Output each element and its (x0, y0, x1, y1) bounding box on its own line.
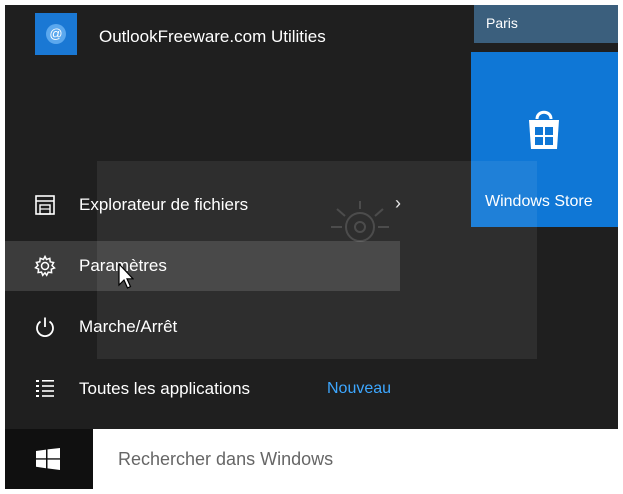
weather-tile[interactable]: Paris (474, 5, 618, 43)
at-sign-icon: @ (46, 24, 66, 44)
mouse-cursor-icon (118, 263, 134, 289)
app-tile: @ (35, 13, 77, 55)
menu-item-label: Marche/Arrêt (79, 317, 178, 336)
search-box[interactable] (93, 429, 618, 489)
recent-app-item[interactable]: @ OutlookFreeware.com Utilities (5, 5, 465, 67)
chevron-right-icon[interactable]: › (395, 193, 401, 214)
search-input[interactable] (93, 429, 618, 489)
menu-item-all-apps[interactable]: Toutes les applications Nouveau (5, 364, 465, 414)
weather-city-label: Paris (486, 15, 518, 31)
gear-icon (34, 254, 56, 277)
menu-item-label: Toutes les applications (79, 379, 251, 398)
menu-item-settings[interactable]: Paramètres (5, 241, 400, 291)
start-menu: @ OutlookFreeware.com Utilities Paris Wi… (5, 5, 618, 489)
menu-item-power[interactable]: Marche/Arrêt (5, 302, 465, 352)
shopping-bag-icon (529, 110, 559, 149)
all-apps-list-icon (36, 380, 54, 397)
file-explorer-icon (35, 195, 55, 215)
menu-item-label: Explorateur de fichiers (79, 195, 249, 214)
start-button[interactable] (5, 429, 93, 489)
power-icon (36, 317, 54, 338)
new-badge: Nouveau (327, 380, 392, 397)
menu-item-file-explorer[interactable]: Explorateur de fichiers › (5, 180, 465, 230)
recent-app-label: OutlookFreeware.com Utilities (99, 27, 326, 46)
windows-logo-icon (36, 448, 60, 470)
taskbar (5, 429, 618, 489)
